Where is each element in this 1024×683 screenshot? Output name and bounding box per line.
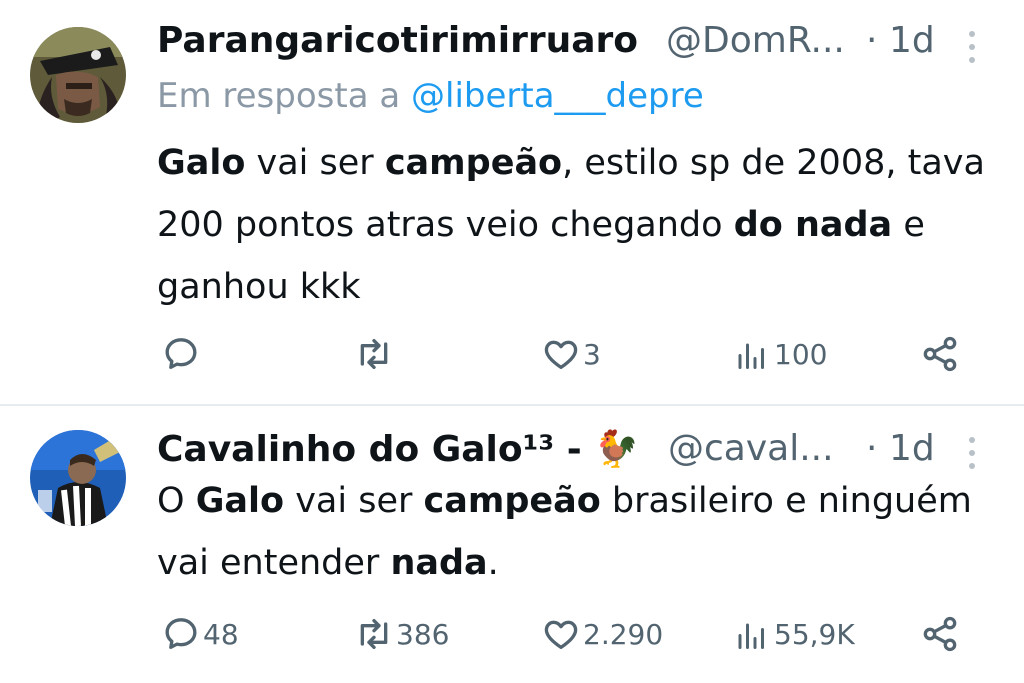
text-segment: vai ser bbox=[245, 143, 385, 183]
tweet-text: Galo vai ser campeão, estilo sp de 2008,… bbox=[157, 132, 997, 318]
tweet-text: O Galo vai ser campeão brasileiro e ning… bbox=[157, 470, 997, 594]
reply-button[interactable] bbox=[161, 329, 207, 379]
text-segment: nada bbox=[390, 543, 488, 583]
reply-icon bbox=[165, 338, 197, 369]
repost-button[interactable] bbox=[354, 329, 400, 379]
display-name[interactable]: Parangaricotirimirruaro bbox=[157, 20, 638, 61]
like-count: 2.290 bbox=[583, 617, 664, 651]
action-bar: 3 100 bbox=[0, 329, 1024, 379]
like-button[interactable]: 3 bbox=[541, 329, 601, 379]
separator-dot: · bbox=[866, 20, 878, 61]
handle[interactable]: @caval... bbox=[668, 428, 834, 469]
reply-icon bbox=[165, 618, 197, 649]
display-name-text: Cavalinho do Galo¹³ - bbox=[157, 429, 582, 470]
share-button[interactable] bbox=[920, 329, 960, 379]
text-segment: campeão bbox=[384, 143, 563, 183]
tweet[interactable]: Parangaricotirimirruaro @DomR... · 1d Em… bbox=[0, 0, 1024, 406]
text-segment: vai ser bbox=[284, 481, 424, 521]
action-bar: 48 386 2.290 55,9K bbox=[0, 609, 1024, 659]
views-button[interactable]: 55,9K bbox=[734, 609, 855, 659]
handle[interactable]: @DomR... bbox=[666, 20, 845, 61]
timestamp[interactable]: 1d bbox=[889, 20, 935, 61]
avatar[interactable] bbox=[30, 430, 126, 526]
share-icon bbox=[923, 336, 957, 372]
text-segment: O bbox=[157, 481, 196, 521]
repost-count: 386 bbox=[396, 617, 450, 651]
views-button[interactable]: 100 bbox=[734, 329, 827, 379]
more-vertical-icon[interactable] bbox=[969, 31, 977, 70]
repost-button[interactable]: 386 bbox=[354, 609, 449, 659]
reply-mention-link[interactable]: @liberta___depre bbox=[411, 76, 704, 116]
text-segment: campeão bbox=[423, 481, 601, 521]
heart-icon bbox=[544, 340, 578, 369]
rooster-emoji-icon: 🐓 bbox=[594, 429, 640, 470]
avatar[interactable] bbox=[30, 27, 126, 123]
views-count: 100 bbox=[774, 337, 828, 371]
timestamp[interactable]: 1d bbox=[889, 428, 935, 469]
separator-dot: · bbox=[866, 428, 878, 469]
text-segment: Galo bbox=[195, 481, 285, 521]
reply-context: Em resposta a @liberta___depre bbox=[157, 76, 704, 116]
text-segment: . bbox=[487, 543, 499, 583]
tweet[interactable]: Cavalinho do Galo¹³ - 🐓 @caval... · 1d O… bbox=[0, 406, 1024, 683]
like-count: 3 bbox=[583, 337, 601, 371]
display-name[interactable]: Cavalinho do Galo¹³ - 🐓 bbox=[157, 428, 639, 470]
views-count: 55,9K bbox=[774, 617, 855, 651]
reply-button[interactable]: 48 bbox=[161, 609, 239, 659]
reply-count: 48 bbox=[203, 617, 239, 651]
text-segment: Galo bbox=[157, 143, 246, 183]
heart-icon bbox=[544, 620, 578, 649]
like-button[interactable]: 2.290 bbox=[541, 609, 663, 659]
reply-prefix: Em resposta a bbox=[157, 76, 401, 116]
repost-icon bbox=[360, 619, 388, 649]
views-icon bbox=[738, 343, 764, 369]
share-icon bbox=[923, 616, 957, 652]
repost-icon bbox=[360, 339, 388, 369]
text-segment: do nada bbox=[733, 205, 893, 245]
views-icon bbox=[738, 623, 764, 649]
share-button[interactable] bbox=[920, 609, 960, 659]
